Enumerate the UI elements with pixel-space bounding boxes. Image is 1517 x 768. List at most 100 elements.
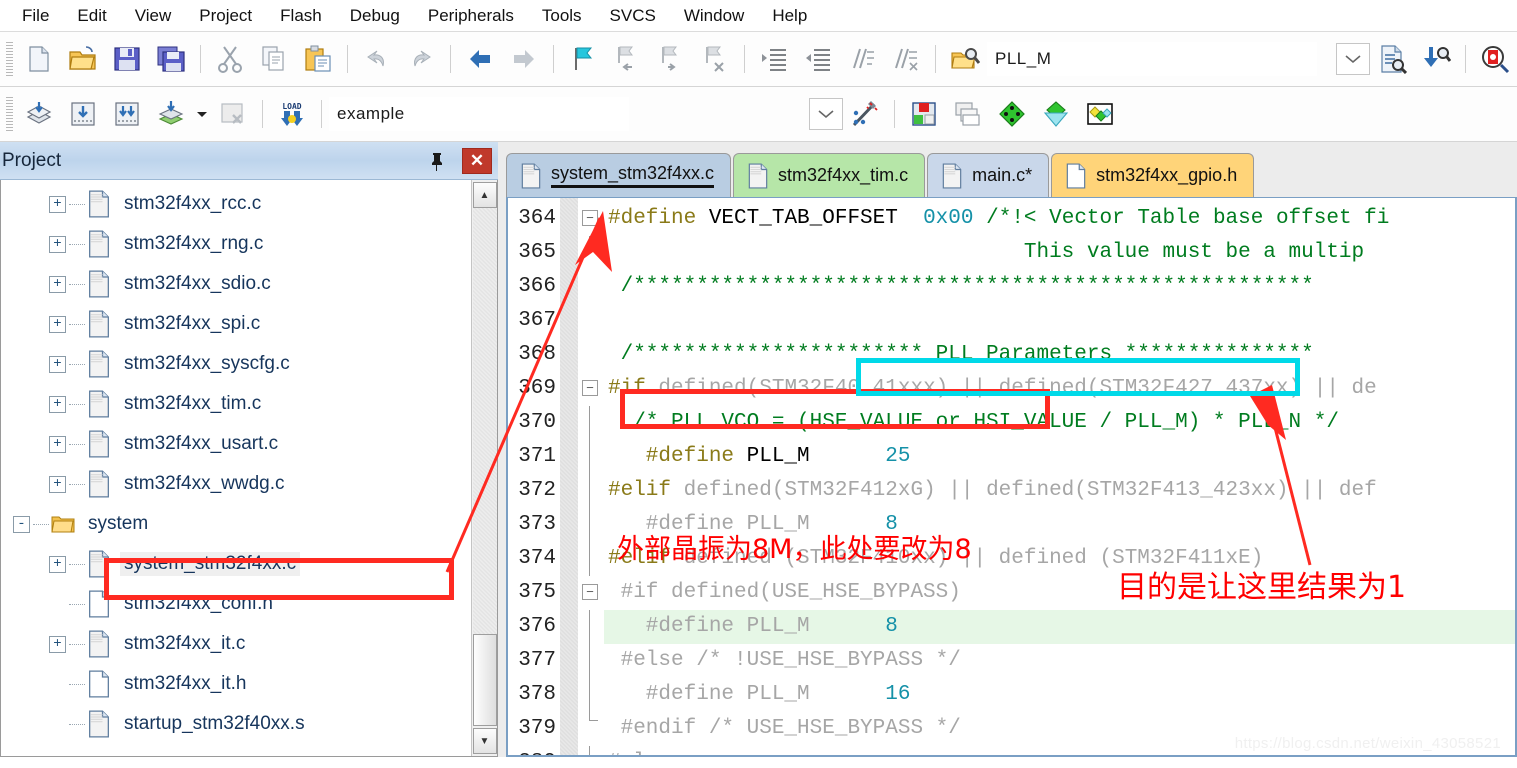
configuration-wizard-icon[interactable] bbox=[843, 92, 887, 136]
code-text-area[interactable]: #define VECT_TAB_OFFSET 0x00 /*!< Vector… bbox=[604, 198, 1515, 755]
pin-icon[interactable] bbox=[422, 147, 452, 175]
editor-tab[interactable]: system_stm32f4xx.c bbox=[506, 153, 732, 197]
cut-icon[interactable] bbox=[208, 37, 252, 81]
menu-item-edit[interactable]: Edit bbox=[63, 3, 120, 29]
code-line[interactable]: #else /* !USE_HSE_BYPASS */ bbox=[604, 644, 1515, 678]
code-folding-gutter[interactable]: − − − bbox=[578, 198, 604, 755]
batch-build-icon[interactable] bbox=[149, 92, 193, 136]
paste-icon[interactable] bbox=[296, 37, 340, 81]
debug-search-icon[interactable] bbox=[1473, 37, 1517, 81]
collapse-icon[interactable]: - bbox=[13, 515, 30, 533]
bookmark-clear-icon[interactable] bbox=[693, 37, 737, 81]
scrollbar-track[interactable] bbox=[472, 208, 497, 634]
code-line[interactable]: #define PLL_M 25 bbox=[604, 440, 1515, 474]
editor-tab[interactable]: stm32f4xx_tim.c bbox=[733, 153, 926, 197]
code-line[interactable] bbox=[604, 304, 1515, 338]
bookmark-next-icon[interactable] bbox=[649, 37, 693, 81]
comment-icon[interactable] bbox=[840, 37, 884, 81]
tree-file-row[interactable]: + stm32f4xx_tim.c bbox=[1, 384, 471, 424]
expand-icon[interactable]: + bbox=[49, 275, 66, 293]
toolbar-grip[interactable] bbox=[6, 97, 13, 131]
code-line[interactable]: /***************************************… bbox=[604, 270, 1515, 304]
save-all-icon[interactable] bbox=[149, 37, 193, 81]
expand-icon[interactable]: + bbox=[49, 435, 66, 453]
find-input-value[interactable]: PLL_M bbox=[995, 49, 1051, 69]
code-line[interactable]: #define PLL_M 8 bbox=[604, 610, 1515, 644]
expand-icon[interactable]: + bbox=[49, 635, 66, 653]
code-line[interactable]: #define VECT_TAB_OFFSET 0x00 /*!< Vector… bbox=[604, 202, 1515, 236]
batch-build-dropdown-icon[interactable] bbox=[193, 92, 211, 136]
uncomment-icon[interactable] bbox=[884, 37, 928, 81]
menu-item-help[interactable]: Help bbox=[758, 3, 821, 29]
tree-file-row[interactable]: + stm32f4xx_wwdg.c bbox=[1, 464, 471, 504]
menu-item-peripherals[interactable]: Peripherals bbox=[414, 3, 528, 29]
menu-item-file[interactable]: File bbox=[8, 3, 63, 29]
expand-icon[interactable]: + bbox=[49, 355, 66, 373]
build-icon[interactable] bbox=[61, 92, 105, 136]
expand-icon[interactable]: + bbox=[49, 195, 66, 213]
tree-file-row[interactable]: + stm32f4xx_usart.c bbox=[1, 424, 471, 464]
fold-collapse-icon[interactable]: − bbox=[582, 210, 598, 226]
menu-item-view[interactable]: View bbox=[121, 3, 186, 29]
open-folder-icon[interactable] bbox=[61, 37, 105, 81]
download-icon[interactable]: LOAD bbox=[270, 92, 314, 136]
menu-item-debug[interactable]: Debug bbox=[336, 3, 414, 29]
rebuild-icon[interactable] bbox=[105, 92, 149, 136]
tree-file-row[interactable]: stm32f4xx_it.h bbox=[1, 664, 471, 704]
find-combo[interactable]: PLL_M bbox=[987, 42, 1317, 76]
expand-icon[interactable]: + bbox=[49, 395, 66, 413]
project-tree[interactable]: + stm32f4xx_rcc.c + stm32f4xx_rng.c + stm32f4… bbox=[1, 180, 471, 756]
code-line[interactable]: This value must be a multip bbox=[604, 236, 1515, 270]
incremental-find-icon[interactable] bbox=[1414, 37, 1458, 81]
menu-item-project[interactable]: Project bbox=[185, 3, 266, 29]
fold-collapse-icon[interactable]: − bbox=[582, 380, 598, 396]
tree-folder-row[interactable]: - system bbox=[1, 504, 471, 544]
menu-item-tools[interactable]: Tools bbox=[528, 3, 596, 29]
navigate-forward-icon[interactable] bbox=[502, 37, 546, 81]
tree-file-row[interactable]: startup_stm32f40xx.s bbox=[1, 704, 471, 744]
expand-icon[interactable]: + bbox=[49, 235, 66, 253]
redo-icon[interactable] bbox=[399, 37, 443, 81]
save-icon[interactable] bbox=[105, 37, 149, 81]
new-file-icon[interactable] bbox=[17, 37, 61, 81]
find-in-files-icon[interactable] bbox=[943, 37, 987, 81]
expand-icon[interactable]: + bbox=[49, 475, 66, 493]
expand-icon[interactable]: + bbox=[49, 555, 66, 573]
navigate-back-icon[interactable] bbox=[458, 37, 502, 81]
target-options-icon[interactable] bbox=[902, 92, 946, 136]
toolbar-grip[interactable] bbox=[6, 42, 13, 76]
outdent-icon[interactable] bbox=[796, 37, 840, 81]
pack-installer-icon[interactable] bbox=[1034, 92, 1078, 136]
dropdown-chevron-icon[interactable] bbox=[809, 98, 843, 130]
bookmark-toggle-icon[interactable] bbox=[561, 37, 605, 81]
menu-item-window[interactable]: Window bbox=[670, 3, 758, 29]
tree-file-row[interactable]: + stm32f4xx_sdio.c bbox=[1, 264, 471, 304]
editor-tab[interactable]: main.c* bbox=[927, 153, 1050, 197]
menu-item-flash[interactable]: Flash bbox=[266, 3, 336, 29]
breakpoint-gutter[interactable] bbox=[560, 198, 578, 755]
manage-windows-icon[interactable] bbox=[946, 92, 990, 136]
code-line[interactable]: #define PLL_M 16 bbox=[604, 678, 1515, 712]
tree-file-row[interactable]: + stm32f4xx_rng.c bbox=[1, 224, 471, 264]
indent-icon[interactable] bbox=[752, 37, 796, 81]
target-combo[interactable]: example bbox=[329, 97, 629, 131]
expand-icon[interactable]: + bbox=[49, 315, 66, 333]
translate-icon[interactable] bbox=[17, 92, 61, 136]
tree-file-row[interactable]: + stm32f4xx_rcc.c bbox=[1, 184, 471, 224]
find-in-files-doc-icon[interactable] bbox=[1370, 37, 1414, 81]
manage-components-icon[interactable] bbox=[990, 92, 1034, 136]
tree-file-row[interactable]: + stm32f4xx_it.c bbox=[1, 624, 471, 664]
code-line[interactable]: #elif defined(STM32F412xG) || defined(ST… bbox=[604, 474, 1515, 508]
tree-file-row[interactable]: + stm32f4xx_spi.c bbox=[1, 304, 471, 344]
manage-runtime-icon[interactable] bbox=[1078, 92, 1122, 136]
target-value[interactable]: example bbox=[337, 104, 405, 124]
scrollbar-thumb[interactable] bbox=[472, 634, 497, 726]
project-tree-scrollbar[interactable]: ▲ ▼ bbox=[471, 180, 497, 756]
bookmark-prev-icon[interactable] bbox=[605, 37, 649, 81]
scroll-down-arrow-icon[interactable]: ▼ bbox=[472, 728, 497, 754]
stop-build-icon[interactable] bbox=[211, 92, 255, 136]
copy-icon[interactable] bbox=[252, 37, 296, 81]
tree-file-row[interactable]: + stm32f4xx_syscfg.c bbox=[1, 344, 471, 384]
fold-collapse-icon[interactable]: − bbox=[582, 584, 598, 600]
undo-icon[interactable] bbox=[355, 37, 399, 81]
